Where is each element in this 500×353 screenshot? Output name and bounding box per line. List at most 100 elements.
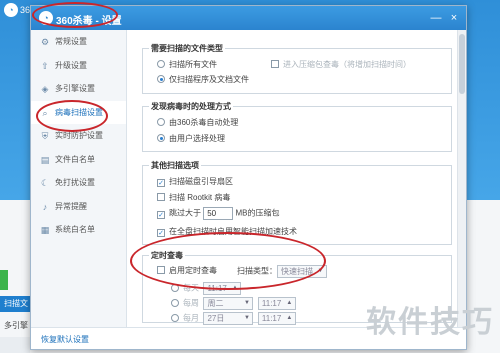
option-label: MB的压缩包 [235, 208, 280, 218]
sidebar-item-alerts[interactable]: ♪ 异常提醒 [31, 195, 126, 219]
sidebar-item-upgrade[interactable]: ⇧ 升级设置 [31, 54, 126, 78]
scan-type-label: 扫描类型： [237, 266, 277, 276]
background-app-title: 36 [20, 5, 31, 15]
brand-watermark: 软件技巧 [366, 306, 494, 339]
radio [171, 313, 179, 322]
option-label: 每月 [183, 313, 199, 323]
scan-all-files-option[interactable]: 扫描所有文件 [157, 59, 217, 70]
option-label: 扫描 Rootkit 病毒 [169, 193, 231, 202]
chevron-down-icon: ▼ [243, 300, 250, 306]
enable-scheduled-scan-option[interactable]: 启用定时查毒 [157, 265, 217, 276]
auto-handle-option[interactable]: 由360杀毒自动处理 [157, 117, 238, 128]
file-icon: ▤ [40, 154, 50, 165]
monthly-day-select: 27日 ▼ [203, 312, 254, 325]
background-scan-button[interactable]: 扫描文 [0, 296, 34, 312]
sidebar-item-realtime[interactable]: ⛨ 实时防护设置 [31, 124, 126, 148]
scan-type-select[interactable]: 快速扫描 ▼ [277, 265, 327, 278]
scrollbar-thumb[interactable] [459, 34, 465, 94]
chevron-down-icon: ▼ [243, 315, 250, 321]
chevron-down-icon: ▲ [286, 315, 293, 321]
sidebar-item-label: 常规设置 [55, 37, 87, 46]
search-icon: ⌕ [42, 107, 48, 118]
sidebar-item-virus-scan[interactable]: ⌕ 病毒扫描设置 [31, 100, 126, 124]
daily-time-select: 11:17 ▲ [203, 282, 242, 295]
radio[interactable] [157, 118, 165, 126]
moon-icon: ☾ [40, 178, 50, 188]
chevron-down-icon: ▲ [231, 285, 238, 291]
sidebar-item-label: 病毒扫描设置 [55, 107, 103, 117]
background-green-tab [0, 270, 8, 290]
option-label: 由360杀毒自动处理 [169, 118, 239, 127]
checkbox[interactable] [157, 193, 165, 201]
monthly-option: 每月 27日 ▼ 11:17 ▲ [171, 312, 296, 325]
background-bottom-strip [0, 337, 30, 353]
skip-large-archive-option[interactable]: ✓ 跳过大于 50 MB的压缩包 [157, 207, 279, 220]
sidebar-item-label: 系统白名单 [55, 225, 95, 234]
radio [171, 298, 179, 307]
sidebar-item-file-whitelist[interactable]: ▤ 文件白名单 [31, 148, 126, 172]
sidebar-item-label: 实时防护设置 [55, 131, 103, 140]
sidebar-item-label: 异常提醒 [55, 201, 87, 211]
upload-icon: ⇧ [41, 60, 49, 71]
shield-icon: ⛨ [41, 131, 49, 141]
weekly-day-select: 周二 ▼ [203, 297, 254, 310]
content-scrollbar[interactable] [457, 30, 466, 328]
radio[interactable] [157, 75, 165, 83]
list-icon: ▦ [40, 225, 50, 235]
daily-option: 每天 11:17 ▲ [171, 282, 242, 295]
sidebar-item-system-whitelist[interactable]: ▦ 系统白名单 [31, 218, 126, 242]
dialog-titlebar[interactable]: ◔ 360杀毒 - 设置 — × [31, 6, 466, 30]
minimize-button[interactable]: — [428, 10, 444, 26]
scan-type-field: 扫描类型： 快速扫描 ▼ [237, 265, 327, 278]
checkbox[interactable] [157, 266, 165, 274]
sidebar-item-multi-engine[interactable]: ◈ 多引擎设置 [31, 77, 126, 101]
checkbox [271, 60, 279, 68]
option-label: 扫描所有文件 [169, 60, 217, 69]
option-label: 启用定时查毒 [169, 266, 217, 275]
time-value: 11:17 [261, 299, 282, 308]
archive-size-input[interactable]: 50 [203, 207, 234, 220]
on-virus-group: 发现病毒时的处理方式 由360杀毒自动处理 由用户选择处理 [142, 101, 452, 152]
sidebar-item-do-not-disturb[interactable]: ☾ 免打扰设置 [31, 171, 126, 195]
close-button[interactable]: × [446, 10, 462, 26]
option-label: 由用户选择处理 [169, 134, 225, 143]
group-title: 其他扫描选项 [149, 160, 201, 171]
checkbox[interactable]: ✓ [157, 179, 165, 187]
settings-sidebar: ⚙ 常规设置 ⇧ 升级设置 ◈ 多引擎设置 ⌕ 病毒扫描设置 ⛨ 实时防护设置 ▤ 文件白名… [31, 30, 127, 328]
option-label: 仅扫描程序及文档文件 [169, 75, 249, 84]
gear-icon: ⚙ [40, 37, 50, 47]
sidebar-item-label: 免打扰设置 [55, 178, 95, 187]
time-value: 11:17 [261, 314, 282, 323]
option-label: 进入压缩包查毒（将增加扫描时间） [283, 60, 411, 69]
app-logo-icon: ◔ [4, 3, 18, 17]
group-title: 发现病毒时的处理方式 [149, 101, 233, 112]
user-choose-option[interactable]: 由用户选择处理 [157, 133, 225, 144]
background-left-text: 多引擎 [4, 321, 28, 330]
file-types-group: 需要扫描的文件类型 扫描所有文件 进入压缩包查毒（将增加扫描时间） 仅扫描程序及… [142, 43, 452, 94]
scan-boot-sector-option[interactable]: ✓ 扫描磁盘引导扇区 [157, 176, 233, 187]
option-label: 跳过大于 [169, 208, 201, 218]
day-value: 27日 [207, 314, 225, 323]
bell-icon: ♪ [42, 201, 48, 212]
restore-defaults-link[interactable]: 恢复默认设置 [41, 334, 89, 345]
scan-rootkit-option[interactable]: 扫描 Rootkit 病毒 [157, 192, 230, 203]
settings-content: 需要扫描的文件类型 扫描所有文件 进入压缩包查毒（将增加扫描时间） 仅扫描程序及… [128, 30, 458, 328]
radio [171, 283, 179, 292]
scan-programs-option[interactable]: 仅扫描程序及文档文件 [157, 74, 249, 85]
scan-type-value: 快速扫描 [281, 267, 313, 276]
checkbox[interactable]: ✓ [157, 210, 165, 219]
checkbox[interactable]: ✓ [157, 229, 165, 237]
monthly-time-select: 11:17 ▲ [257, 312, 296, 325]
time-value: 11:17 [207, 284, 227, 293]
accelerate-scan-option[interactable]: ✓ 在全盘扫描时启用智能扫描加速技术 [157, 226, 297, 237]
chevron-down-icon: ▲ [286, 300, 293, 306]
app-logo-icon: ◔ [39, 11, 53, 25]
radio[interactable] [157, 60, 165, 68]
weekly-time-select: 11:17 ▲ [257, 297, 296, 310]
option-label: 每周 [183, 298, 199, 308]
sidebar-item-general[interactable]: ⚙ 常规设置 [31, 30, 126, 54]
other-options-group: 其他扫描选项 ✓ 扫描磁盘引导扇区 扫描 Rootkit 病毒 ✓ 跳过大于 50 … [142, 160, 452, 245]
option-label: 每天 [183, 283, 199, 293]
group-title: 定时查毒 [149, 250, 185, 261]
radio[interactable] [157, 134, 165, 142]
